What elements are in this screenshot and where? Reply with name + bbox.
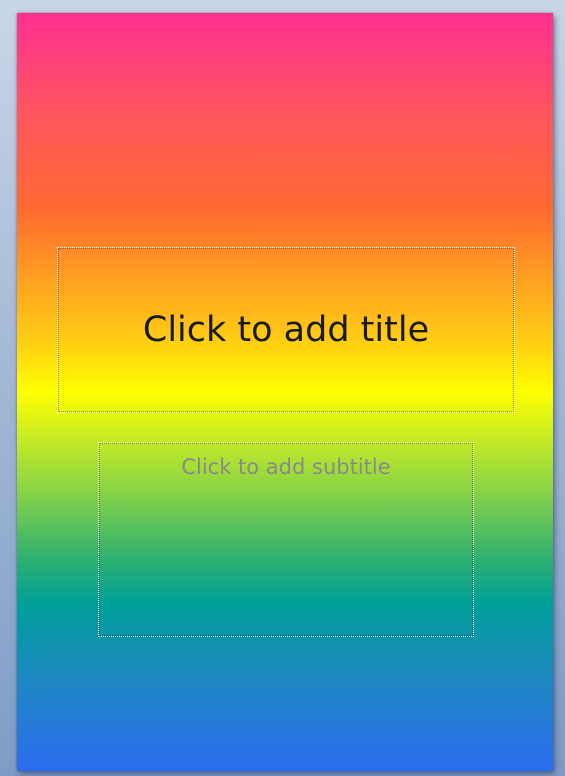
title-placeholder[interactable]: Click to add title (57, 247, 515, 413)
subtitle-placeholder-text: Click to add subtitle (181, 455, 391, 479)
slide-editing-area: Click to add title Click to add subtitle (0, 0, 565, 776)
subtitle-placeholder[interactable]: Click to add subtitle (98, 442, 474, 637)
slide[interactable]: Click to add title Click to add subtitle (17, 13, 553, 771)
title-placeholder-text: Click to add title (142, 310, 430, 350)
